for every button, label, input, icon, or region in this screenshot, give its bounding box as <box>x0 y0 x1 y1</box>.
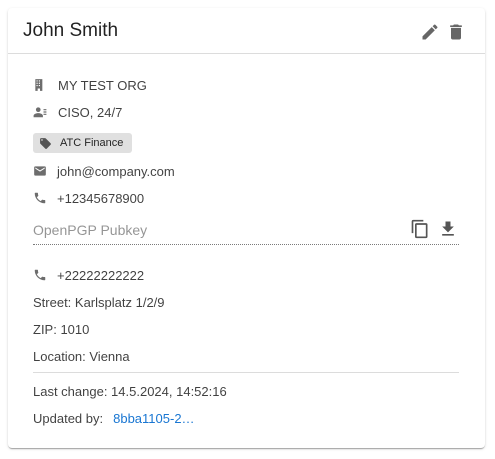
download-pubkey-button[interactable] <box>437 218 459 240</box>
copy-pubkey-button[interactable] <box>409 218 431 240</box>
pencil-icon <box>422 24 438 40</box>
delete-button[interactable] <box>445 21 467 43</box>
pgp-actions <box>409 218 459 240</box>
street-row: Street: Karlsplatz 1/2/9 <box>33 293 165 311</box>
phone-row: +12345678900 <box>33 189 144 207</box>
organization-name: MY TEST ORG <box>58 77 147 93</box>
updated-by-label: Updated by: <box>33 410 104 426</box>
phone-icon <box>33 191 47 205</box>
contact-name: John Smith <box>23 20 119 41</box>
last-change-text: Last change: 14.5.2024, 14:52:16 <box>33 383 227 399</box>
updated-by-row: Updated by: 8bba1105-2… <box>33 409 195 427</box>
zip-row: ZIP: 1010 <box>33 320 89 338</box>
last-change-row: Last change: 14.5.2024, 14:52:16 <box>33 382 227 400</box>
location-text: Location: Vienna <box>33 348 130 364</box>
role-row: CISO, 24/7 <box>33 103 122 121</box>
person-badge-icon <box>33 105 47 119</box>
organization-row: MY TEST ORG <box>33 76 147 94</box>
contact-card: John Smith MY TEST ORG CISO, 24/7 ATC Fi… <box>8 8 485 448</box>
zip-text: ZIP: 1010 <box>33 321 90 337</box>
edit-button[interactable] <box>419 21 441 43</box>
tag-label: ATC Finance <box>60 137 124 149</box>
email-row: john@company.com <box>33 162 175 180</box>
building-icon <box>33 78 47 92</box>
trash-icon <box>450 24 462 40</box>
pgp-pubkey-label: OpenPGP Pubkey <box>33 222 148 238</box>
card-header: John Smith <box>8 8 485 54</box>
tag-icon <box>40 137 51 149</box>
location-row: Location: Vienna <box>33 347 130 365</box>
updated-by-link[interactable]: 8bba1105-2… <box>113 411 194 426</box>
pgp-pubkey-field[interactable]: OpenPGP Pubkey <box>33 216 459 245</box>
address-phone-row: +22222222222 <box>33 266 144 284</box>
phone-text: +12345678900 <box>57 190 145 206</box>
mail-icon <box>33 164 47 178</box>
role-text: CISO, 24/7 <box>58 104 123 120</box>
download-icon <box>442 221 454 236</box>
street-text: Street: Karlsplatz 1/2/9 <box>33 294 165 310</box>
phone-icon <box>33 268 47 282</box>
divider <box>33 372 459 373</box>
tag-chip[interactable]: ATC Finance <box>33 133 133 153</box>
header-actions <box>419 21 467 43</box>
email-text: john@company.com <box>57 163 175 179</box>
address-phone-text: +22222222222 <box>57 267 145 283</box>
copy-icon <box>411 219 428 239</box>
